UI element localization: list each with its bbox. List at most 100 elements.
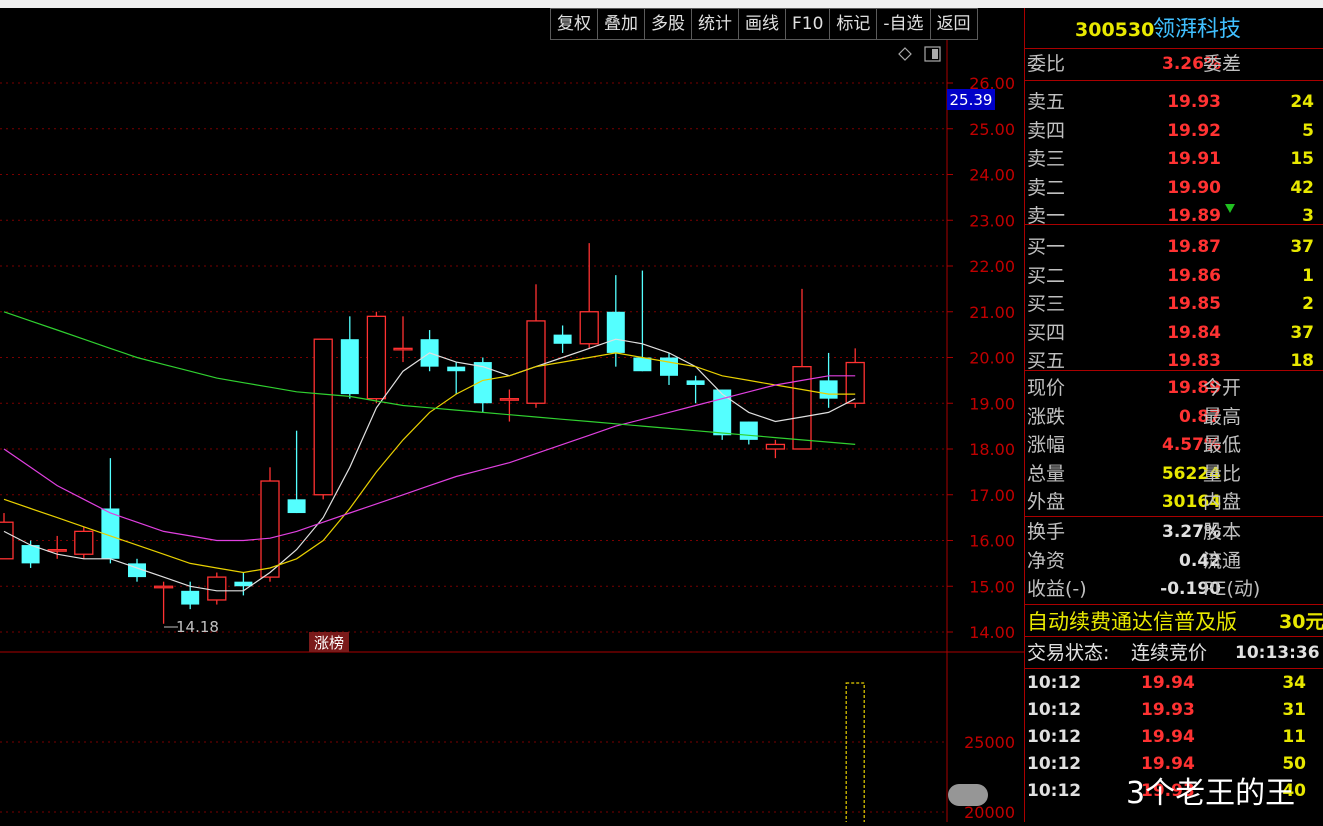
stat-row-1[interactable]: 涨跌 0.87 最高	[1025, 403, 1323, 431]
back-button[interactable]: 返回	[929, 8, 978, 40]
ask-label: 卖一	[1027, 205, 1066, 228]
rank-badge[interactable]: 涨榜	[314, 634, 344, 652]
bid-qty: 1	[1302, 265, 1314, 286]
down-arrow-icon	[1225, 204, 1235, 213]
fund-row-1[interactable]: 净资 0.42 流通	[1025, 547, 1323, 575]
bid-level-5[interactable]: 买五 19.83 18	[1025, 347, 1323, 375]
volume-bar	[845, 682, 865, 826]
f10-button[interactable]: F10	[785, 8, 831, 40]
tick-time: 10:12	[1027, 673, 1082, 693]
candle-body-down	[660, 357, 678, 376]
bid-level-3[interactable]: 买三 19.85 2	[1025, 290, 1323, 318]
candle-body-up	[74, 530, 94, 555]
ask-level-4[interactable]: 卖四 19.92 5	[1025, 117, 1323, 145]
window-icon[interactable]	[924, 46, 941, 62]
candle-body-down	[181, 590, 200, 605]
price-axis-label: 16.00	[969, 532, 1015, 551]
trade-status-row: 交易状态: 连续竞价 10:13:36	[1027, 642, 1320, 664]
fund-row-0[interactable]: 换手 3.27% 股本	[1025, 518, 1323, 546]
fund-label: 净资	[1027, 549, 1066, 572]
remove-watchlist-button[interactable]: -自选	[876, 8, 931, 40]
candle-body-up	[765, 443, 786, 450]
stock-code: 300530	[1075, 19, 1155, 41]
kline-chart-area[interactable]: 26.00 25.00 24.00 23.00 22.00 21.00 20.00 19.00…	[0, 40, 1024, 826]
bid-qty: 2	[1302, 294, 1314, 315]
bid-label: 买二	[1027, 264, 1066, 287]
candle-body-down	[633, 357, 652, 372]
statistics-button[interactable]: 统计	[691, 8, 739, 40]
stat-row-4[interactable]: 外盘 30164 内盘	[1025, 488, 1323, 516]
ask-level-1[interactable]: 卖一 19.89 3	[1025, 202, 1323, 230]
ask-label: 卖五	[1027, 91, 1066, 113]
stat-label2: 内盘	[1203, 491, 1242, 514]
ask-qty: 5	[1302, 120, 1314, 141]
bid-label: 买一	[1027, 236, 1066, 258]
price-axis-label: 19.00	[969, 394, 1015, 413]
tick-qty: 34	[1282, 673, 1306, 693]
bid-qty: 37	[1290, 237, 1314, 257]
ask-price: 19.89	[1167, 206, 1221, 227]
fund-label: 换手	[1027, 521, 1066, 543]
tick-price: 19.94	[1141, 727, 1195, 747]
ask-level-2[interactable]: 卖二 19.90 42	[1025, 174, 1323, 202]
price-axis-label: 25.00	[969, 120, 1015, 139]
bid-price: 19.86	[1167, 265, 1221, 286]
candle-body-up	[260, 480, 280, 578]
price-axis-label: 18.00	[969, 440, 1015, 459]
kline-chart[interactable]: 26.0025.0024.0023.0022.0021.0020.0019.00…	[0, 40, 1024, 826]
multi-stock-button[interactable]: 多股	[644, 8, 692, 40]
stat-row-2[interactable]: 涨幅 4.57% 最低	[1025, 431, 1323, 459]
price-axis-label: 21.00	[969, 303, 1015, 322]
bid-level-4[interactable]: 买四 19.84 37	[1025, 319, 1323, 347]
candle-body-up	[153, 585, 174, 589]
candle-body-up	[579, 311, 599, 345]
bid-qty: 37	[1290, 322, 1314, 343]
stat-label: 涨跌	[1027, 405, 1066, 428]
watermark: 3个老王的王	[946, 772, 1323, 816]
candle-body-up	[526, 320, 546, 404]
bid-label: 买四	[1027, 321, 1066, 344]
diamond-icon[interactable]	[898, 47, 912, 61]
overlay-button[interactable]: 叠加	[597, 8, 645, 40]
ask-label: 卖二	[1027, 176, 1066, 199]
order-ratio-row: 委比 3.26% 委差	[1027, 53, 1242, 75]
fund-label2: 流通	[1203, 549, 1242, 572]
ask-price: 19.91	[1167, 149, 1221, 170]
restore-rights-button[interactable]: 复权	[550, 8, 598, 40]
fund-label2: PE(动)	[1203, 578, 1261, 601]
price-axis-label: 24.00	[969, 166, 1015, 185]
ask-level-3[interactable]: 卖三 19.91 15	[1025, 145, 1323, 173]
candle-body-down	[553, 334, 572, 344]
mark-button[interactable]: 标记	[829, 8, 878, 40]
tick-qty: 31	[1282, 700, 1306, 720]
candle-body-up	[499, 398, 520, 401]
price-axis-label: 14.00	[969, 623, 1015, 642]
candle-body-up	[0, 521, 14, 560]
stat-label: 涨幅	[1027, 434, 1066, 457]
stat-label2: 量比	[1203, 462, 1242, 485]
candle-body-up	[207, 576, 227, 601]
price-axis-label: 22.00	[969, 257, 1015, 276]
stat-label: 现价	[1027, 377, 1066, 399]
candle-body-down	[819, 380, 838, 399]
stat-label2: 最高	[1203, 405, 1242, 428]
low-price-marker: 14.18	[176, 618, 219, 636]
tick-price: 19.93	[1141, 700, 1195, 720]
ask-qty: 3	[1302, 206, 1314, 227]
stat-label2: 今开	[1203, 377, 1242, 399]
candle-body-down	[686, 380, 705, 385]
price-axis-label: 20.00	[969, 349, 1015, 368]
draw-line-button[interactable]: 画线	[738, 8, 786, 40]
ask-qty: 42	[1290, 177, 1314, 198]
bid-level-1[interactable]: 买一 19.87 37	[1025, 233, 1323, 261]
ask-price: 19.93	[1167, 92, 1221, 112]
bid-label: 买三	[1027, 293, 1066, 316]
candle-body-up	[845, 361, 865, 404]
bid-level-2[interactable]: 买二 19.86 1	[1025, 262, 1323, 290]
fund-row-2[interactable]: 收益(-) -0.190 PE(动)	[1025, 575, 1323, 603]
ask-level-5[interactable]: 卖五 19.93 24	[1025, 88, 1323, 116]
ad-banner[interactable]: 自动续费通达信普及版 30元	[1025, 608, 1323, 636]
fund-label2: 股本	[1203, 521, 1242, 543]
stat-row-0[interactable]: 现价 19.89 今开	[1025, 374, 1323, 402]
stat-row-3[interactable]: 总量 56224 量比	[1025, 460, 1323, 488]
